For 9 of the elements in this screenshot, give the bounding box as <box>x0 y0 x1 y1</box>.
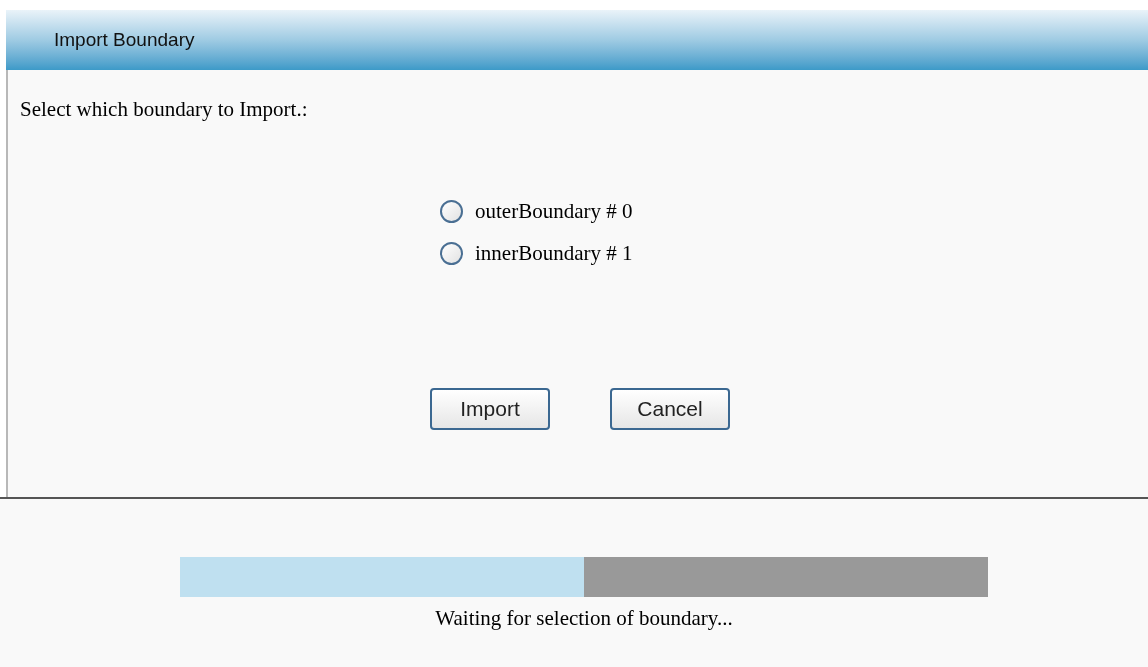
cancel-button[interactable]: Cancel <box>610 387 730 430</box>
dialog-title: Import Boundary <box>54 27 195 52</box>
radio-button[interactable] <box>440 199 463 223</box>
radio-option[interactable]: outerBoundary # 0 <box>440 195 1148 227</box>
status-text: Waiting for selection of boundary... <box>434 605 734 632</box>
prompt-text: Select which boundary to Import.: <box>20 96 309 123</box>
radio-option[interactable]: innerBoundary # 1 <box>440 238 1148 270</box>
radio-button[interactable] <box>440 242 463 266</box>
import-button[interactable]: Import <box>430 387 550 430</box>
